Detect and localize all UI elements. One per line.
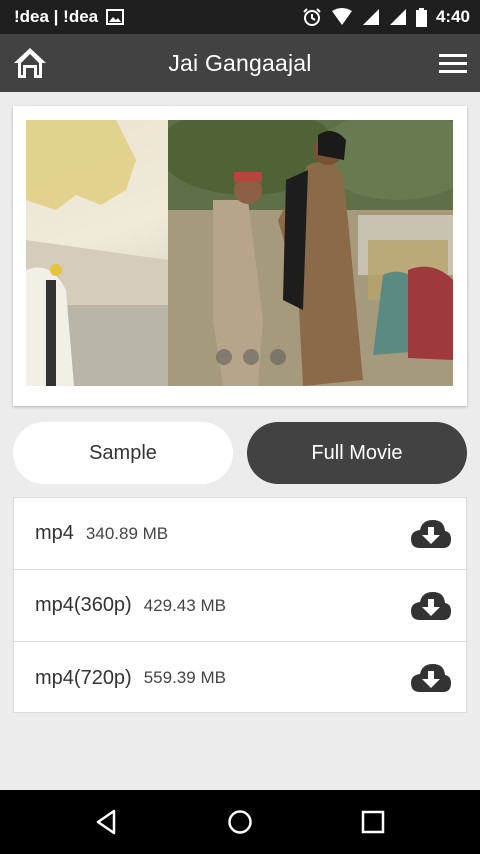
cloud-download-icon[interactable] [410, 662, 452, 694]
banner-right-panel [158, 120, 453, 386]
home-circle-icon[interactable] [226, 808, 254, 836]
movie-banner-image[interactable] [26, 120, 453, 386]
file-row-mp4-360p[interactable]: mp4(360p) 429.43 MB [14, 570, 466, 642]
alarm-icon [302, 7, 322, 27]
cloud-download-icon[interactable] [410, 590, 452, 622]
home-button[interactable] [12, 45, 48, 81]
signal-icon [362, 8, 380, 26]
file-format-label: mp4(360p) [35, 594, 132, 616]
carousel-dot-1[interactable] [216, 349, 232, 365]
system-navigation-bar [0, 790, 480, 854]
download-file-list: mp4 340.89 MB mp4(360p) 429.43 MB mp4(72… [13, 497, 467, 713]
clock-label: 4:40 [435, 7, 470, 26]
status-bar: !dea | !dea 4:40 [0, 0, 480, 34]
signal-icon [389, 8, 407, 26]
battery-icon [415, 7, 427, 27]
status-right: 4:40 [302, 7, 470, 27]
file-size-label: 559.39 MB [143, 668, 226, 687]
file-row-mp4[interactable]: mp4 340.89 MB [14, 498, 466, 570]
recents-icon[interactable] [359, 808, 387, 836]
back-icon[interactable] [93, 808, 121, 836]
image-icon [106, 9, 125, 25]
file-size-label: 340.89 MB [85, 523, 169, 543]
carousel-dot-3[interactable] [270, 349, 286, 365]
menu-icon [439, 54, 467, 73]
banner-left-panel [26, 120, 168, 386]
file-row-mp4-720p[interactable]: mp4(720p) 559.39 MB [14, 642, 466, 714]
file-format-label: mp4(720p) [35, 666, 132, 689]
file-size-label: 429.43 MB [143, 595, 226, 615]
full-movie-tab-button[interactable]: Full Movie [247, 422, 467, 484]
page-title: Jai Gangaajal [168, 49, 312, 76]
wifi-icon [331, 8, 353, 26]
menu-button[interactable] [438, 49, 468, 77]
cloud-download-icon[interactable] [410, 518, 452, 550]
sample-tab-button[interactable]: Sample [13, 422, 233, 484]
carousel-dots [216, 349, 286, 365]
status-left: !dea | !dea [14, 7, 125, 27]
carousel-dot-2[interactable] [243, 349, 259, 365]
image-carousel-card [13, 106, 467, 406]
app-header: Jai Gangaajal [0, 34, 480, 92]
carrier-label: !dea | !dea [14, 7, 99, 26]
file-format-label: mp4 [35, 522, 74, 544]
home-icon [14, 48, 46, 78]
